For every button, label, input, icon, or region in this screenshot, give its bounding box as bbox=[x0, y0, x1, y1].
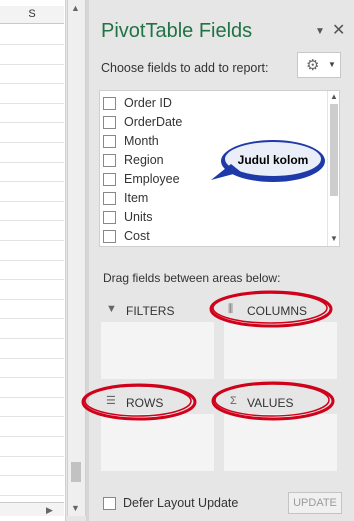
grid-row-line bbox=[0, 83, 64, 84]
pivottable-fields-pane: PivotTable Fields ▼ ✕ Choose fields to a… bbox=[81, 0, 354, 521]
drag-fields-label: Drag fields between areas below: bbox=[103, 271, 281, 285]
grid-row-line bbox=[0, 416, 64, 417]
field-units[interactable]: Units bbox=[103, 208, 152, 226]
choose-fields-label: Choose fields to add to report: bbox=[101, 61, 269, 75]
chevron-down-icon: ▼ bbox=[328, 60, 336, 69]
grid-row-line bbox=[0, 162, 64, 163]
field-cost[interactable]: Cost bbox=[103, 227, 150, 245]
grid-row-line bbox=[0, 279, 64, 280]
grid-row-line bbox=[0, 397, 64, 398]
grid-row-line bbox=[0, 495, 64, 496]
defer-layout-update[interactable]: Defer Layout Update bbox=[103, 496, 238, 510]
defer-checkbox[interactable] bbox=[103, 496, 116, 510]
values-drop-area[interactable] bbox=[224, 414, 337, 471]
rows-icon: ☰ bbox=[106, 395, 116, 407]
field-list-scrollbar[interactable]: ▲ ▼ bbox=[327, 91, 339, 246]
grid-row-line bbox=[0, 318, 64, 319]
gear-icon: ⚙ bbox=[306, 57, 320, 74]
tools-button[interactable]: ⚙ ▼ bbox=[297, 52, 341, 78]
field-label: Month bbox=[124, 134, 159, 148]
field-month[interactable]: Month bbox=[103, 132, 159, 150]
checkbox[interactable] bbox=[103, 115, 116, 129]
scroll-up-icon[interactable]: ▲ bbox=[71, 3, 80, 13]
scroll-thumb[interactable] bbox=[330, 104, 338, 196]
grid-row-line bbox=[0, 240, 64, 241]
field-label: Item bbox=[124, 191, 149, 205]
grid-row-line bbox=[0, 44, 64, 45]
checkbox[interactable] bbox=[103, 134, 116, 148]
scroll-up-icon[interactable]: ▲ bbox=[330, 92, 338, 101]
field-label: Cost bbox=[124, 229, 150, 243]
grid-row-line bbox=[0, 142, 64, 143]
grid-row-line bbox=[0, 456, 64, 457]
columns-label: COLUMNS bbox=[247, 304, 308, 318]
field-orderdate[interactable]: OrderDate bbox=[103, 113, 182, 131]
vertical-scrollbar[interactable]: ▲ ▼ bbox=[67, 0, 86, 516]
field-item[interactable]: Item bbox=[103, 189, 148, 207]
rows-drop-area[interactable] bbox=[101, 414, 214, 471]
columns-icon: ⫼ bbox=[228, 303, 234, 315]
worksheet-area[interactable]: S ▶ bbox=[0, 0, 66, 521]
field-label: Order ID bbox=[124, 96, 172, 110]
grid-row-line bbox=[0, 220, 64, 221]
horizontal-scrollbar[interactable]: ▶ bbox=[0, 502, 64, 516]
callout-text: Judul kolom bbox=[237, 153, 309, 167]
checkbox[interactable] bbox=[103, 153, 116, 167]
pin-dropdown-icon[interactable]: ▼ bbox=[315, 26, 325, 37]
rows-label: ROWS bbox=[126, 396, 164, 410]
grid-row-line bbox=[0, 103, 64, 104]
pane-title: PivotTable Fields bbox=[101, 20, 253, 42]
field-label: OrderDate bbox=[124, 115, 183, 129]
field-label: Region bbox=[124, 153, 164, 167]
grid-row-line bbox=[0, 299, 64, 300]
checkbox[interactable] bbox=[103, 96, 116, 110]
grid-row-line bbox=[0, 377, 64, 378]
checkbox[interactable] bbox=[103, 191, 116, 205]
column-header-s[interactable]: S bbox=[0, 6, 64, 24]
grid-row-line bbox=[0, 260, 64, 261]
field-label: Employee bbox=[124, 172, 180, 186]
update-button[interactable]: UPDATE bbox=[288, 492, 342, 514]
scroll-thumb[interactable] bbox=[71, 462, 81, 482]
defer-label: Defer Layout Update bbox=[123, 496, 239, 510]
grid-row-line bbox=[0, 436, 64, 437]
checkbox[interactable] bbox=[103, 229, 116, 243]
grid-row-line bbox=[0, 358, 64, 359]
field-label: Units bbox=[124, 210, 153, 224]
scroll-down-icon[interactable]: ▼ bbox=[71, 503, 80, 513]
grid-row-line bbox=[0, 338, 64, 339]
columns-drop-area[interactable] bbox=[224, 322, 337, 379]
sigma-icon: Σ bbox=[230, 395, 237, 407]
filters-label: FILTERS bbox=[126, 304, 175, 318]
grid-row-line bbox=[0, 181, 64, 182]
grid-row-line bbox=[0, 201, 64, 202]
grid-row-line bbox=[0, 122, 64, 123]
checkbox[interactable] bbox=[103, 172, 116, 186]
grid-row-line bbox=[0, 475, 64, 476]
scroll-down-icon[interactable]: ▼ bbox=[330, 234, 338, 243]
grid-row-line bbox=[0, 64, 64, 65]
field-order-id[interactable]: Order ID bbox=[103, 94, 172, 112]
scroll-right-icon[interactable]: ▶ bbox=[46, 505, 53, 516]
filter-icon: ▼ bbox=[106, 303, 117, 315]
field-region[interactable]: Region bbox=[103, 151, 164, 169]
filters-drop-area[interactable] bbox=[101, 322, 214, 379]
checkbox[interactable] bbox=[103, 210, 116, 224]
values-label: VALUES bbox=[247, 396, 294, 410]
field-employee[interactable]: Employee bbox=[103, 170, 180, 188]
close-icon[interactable]: ✕ bbox=[332, 20, 345, 40]
